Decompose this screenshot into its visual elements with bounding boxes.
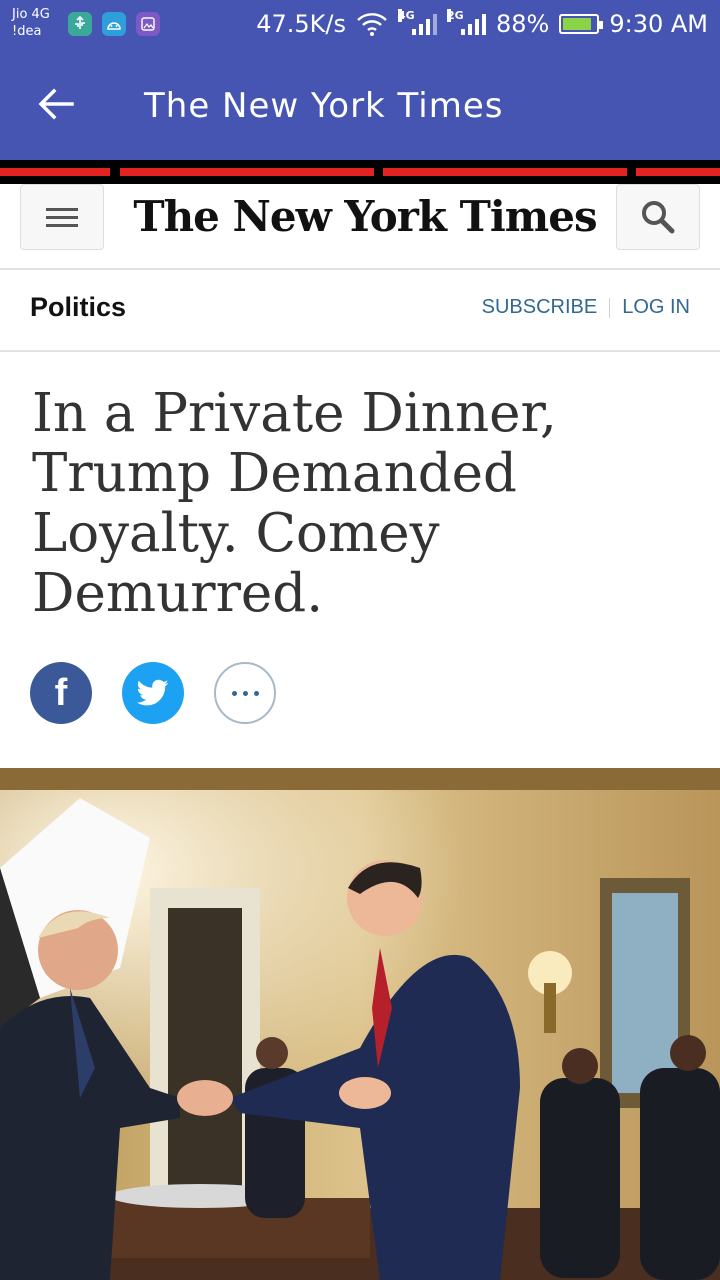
status-bar: Jio 4G !dea 47.5K/s 4G 2G 88% 9:30 AM bbox=[0, 0, 720, 48]
sim2-gen: 2G bbox=[447, 9, 464, 22]
menu-button[interactable] bbox=[20, 184, 104, 250]
gallery-icon bbox=[136, 12, 160, 36]
more-share-button[interactable] bbox=[214, 662, 276, 724]
twitter-icon bbox=[137, 679, 169, 706]
back-button[interactable] bbox=[24, 80, 88, 128]
usb-icon bbox=[68, 12, 92, 36]
battery-icon bbox=[559, 14, 604, 34]
twitter-share-button[interactable] bbox=[122, 662, 184, 724]
divider-stripe-segment bbox=[383, 168, 627, 176]
carrier-2: !dea bbox=[12, 24, 42, 39]
notification-icons bbox=[68, 12, 160, 36]
wifi-icon bbox=[357, 13, 387, 36]
subscribe-link[interactable]: SUBSCRIBE bbox=[482, 296, 598, 319]
more-dot bbox=[253, 690, 259, 696]
section-bar: Politics SUBSCRIBE LOG IN bbox=[0, 270, 720, 352]
status-right: 47.5K/s 4G 2G 88% 9:30 AM bbox=[256, 9, 708, 38]
facebook-icon: f bbox=[54, 671, 68, 714]
more-dot bbox=[242, 690, 248, 696]
divider-stripe-segment bbox=[0, 168, 110, 176]
more-options-icon bbox=[231, 690, 237, 696]
network-speed: 47.5K/s bbox=[256, 10, 346, 38]
battery-level bbox=[563, 18, 592, 30]
app-title: The New York Times bbox=[144, 86, 504, 126]
search-button[interactable] bbox=[616, 184, 700, 250]
signal-sim2-icon: 2G bbox=[447, 9, 486, 35]
site-header: The New York Times bbox=[0, 184, 720, 270]
clock: 9:30 AM bbox=[609, 10, 708, 38]
article-photo-illustration bbox=[0, 768, 720, 1280]
carrier-1: Jio 4G bbox=[12, 7, 50, 22]
app-bar: The New York Times bbox=[0, 48, 720, 160]
section-link[interactable]: Politics bbox=[30, 292, 126, 323]
share-tools: f bbox=[30, 662, 276, 724]
hamburger-line bbox=[46, 223, 78, 227]
account-links: SUBSCRIBE LOG IN bbox=[482, 296, 690, 319]
carrier-info: Jio 4G !dea bbox=[12, 6, 50, 40]
divider-stripe-segment bbox=[636, 168, 720, 176]
article-photo bbox=[0, 768, 720, 1280]
divider-stripe-segment bbox=[120, 168, 374, 176]
hamburger-menu-icon bbox=[46, 207, 78, 211]
search-icon bbox=[642, 201, 675, 234]
signal-sim1-icon: 4G bbox=[398, 9, 437, 35]
android-debug-icon bbox=[102, 12, 126, 36]
hamburger-line bbox=[46, 215, 78, 219]
sim1-gen: 4G bbox=[398, 9, 415, 22]
battery-percent: 88% bbox=[496, 10, 550, 38]
masthead-logo[interactable]: The New York Times bbox=[110, 192, 620, 241]
login-link[interactable]: LOG IN bbox=[622, 296, 690, 319]
facebook-share-button[interactable]: f bbox=[30, 662, 92, 724]
arrow-left-icon bbox=[38, 88, 74, 120]
article-headline: In a Private Dinner, Trump Demanded Loya… bbox=[32, 383, 557, 624]
link-separator bbox=[609, 297, 611, 318]
